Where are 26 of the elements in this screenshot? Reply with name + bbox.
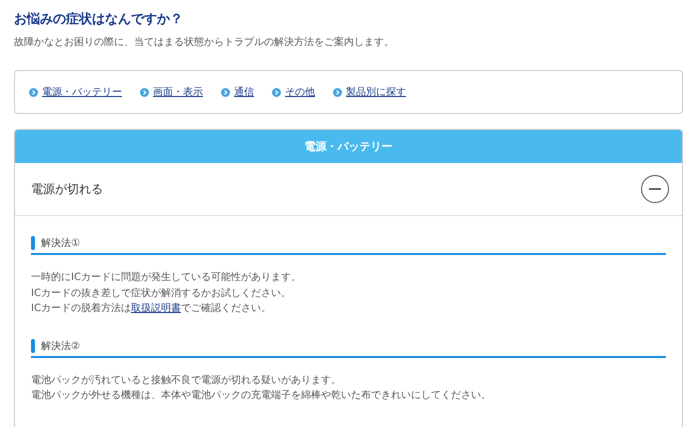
solution-text: 電池パックが外せる機種は、本体や電池パックの充電端子を綿棒や乾いた布できれいにしてください。 [31, 388, 492, 403]
manual-link[interactable]: 取扱説明書 [130, 303, 181, 314]
solution-text: ICカードの抜き差しで症状が解消するかお試しください。 [31, 286, 292, 300]
category-link[interactable]: 画面・表示 [140, 85, 203, 99]
question-row[interactable]: 電源が切れる [15, 163, 682, 216]
category-link[interactable]: その他 [272, 85, 315, 99]
solution-text: 電池パックが汚れていると接触不良で電源が切れる疑いがあります。 [31, 374, 342, 388]
solution-title: 解決法② [41, 340, 80, 352]
category-title: 電源・バッテリー [15, 130, 682, 163]
chevron-dot-icon [140, 88, 149, 96]
chevron-dot-icon [29, 88, 38, 96]
page-heading: お悩みの症状はなんですか？ [14, 10, 184, 28]
collapse-button[interactable] [641, 175, 669, 203]
question-label: 電源が切れる [31, 180, 103, 198]
solution-text: ICカードの脱着方法は取扱説明書でご確認ください。 [31, 302, 272, 316]
category-link[interactable]: 製品別に探す [333, 85, 406, 99]
solution-title: 解決法① [41, 236, 80, 250]
intro-text: 故障かなとお困りの際に、当てはまる状態からトラブルの解決方法をご案内します。 [14, 36, 395, 49]
category-link[interactable]: 電源・バッテリー [29, 85, 122, 99]
solution-text: 一時的にICカードに問題が発生している可能性があります。 [31, 270, 302, 285]
category-link[interactable]: 通信 [221, 85, 254, 99]
chevron-dot-icon [221, 88, 230, 96]
chevron-dot-icon [333, 88, 342, 96]
heading-marker [31, 236, 35, 250]
heading-marker [31, 338, 35, 352]
chevron-dot-icon [272, 88, 281, 96]
